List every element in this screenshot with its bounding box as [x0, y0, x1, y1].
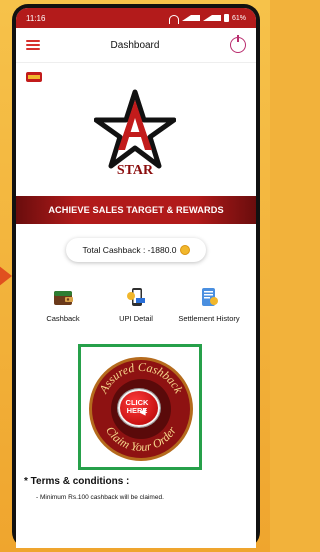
claim-cashback-box[interactable]: Assured Cashback Claim Your Order CLICK … [78, 344, 202, 470]
terms-title: * Terms & conditions : [24, 476, 130, 487]
phone-screen: 11:16 61% Dashboard STAR ACHIEVE SALES T [16, 8, 256, 548]
star-logo: STAR [93, 86, 177, 178]
tile-cashback-label: Cashback [46, 314, 80, 323]
app-header: Dashboard [16, 28, 256, 63]
logout-power-icon[interactable] [229, 35, 246, 53]
total-cashback-label: Total Cashback : -1880.0 [82, 245, 177, 255]
status-icons: 61% [168, 14, 246, 24]
tile-settlement-history[interactable]: Settlement History [174, 286, 244, 324]
total-cashback: Total Cashback : -1880.0 [66, 238, 206, 262]
battery-icon [223, 14, 229, 22]
receipt-icon [198, 286, 220, 308]
page-title: Dashboard [110, 39, 160, 51]
coin-icon [179, 245, 190, 255]
terms-item: - Minimum Rs.100 cashback will be claime… [36, 494, 164, 501]
menu-icon[interactable] [26, 40, 40, 50]
signal-icon-2 [202, 15, 221, 21]
tile-cashback[interactable]: Cashback [28, 286, 98, 324]
signal-icon [181, 15, 200, 21]
status-time: 11:16 [26, 13, 46, 23]
upi-phone-icon [125, 286, 147, 308]
tile-upi-label: UPI Detail [119, 314, 153, 323]
logo-text: STAR [117, 163, 154, 176]
pointer-arrow-icon [0, 262, 12, 290]
status-bar: 11:16 61% [16, 8, 256, 28]
tile-settlement-label: Settlement History [178, 314, 240, 323]
battery-level: 61% [231, 14, 246, 22]
tile-upi-detail[interactable]: UPI Detail [101, 286, 171, 324]
wallet-icon [52, 286, 74, 308]
click-here-label: CLICK HERE [119, 391, 155, 423]
wifi-icon [168, 14, 179, 24]
brand-mini-logo [26, 70, 42, 84]
feature-tiles: Cashback UPI Detail Settlement History [16, 286, 256, 346]
promo-banner: ACHIEVE SALES TARGET & REWARDS [16, 196, 256, 224]
